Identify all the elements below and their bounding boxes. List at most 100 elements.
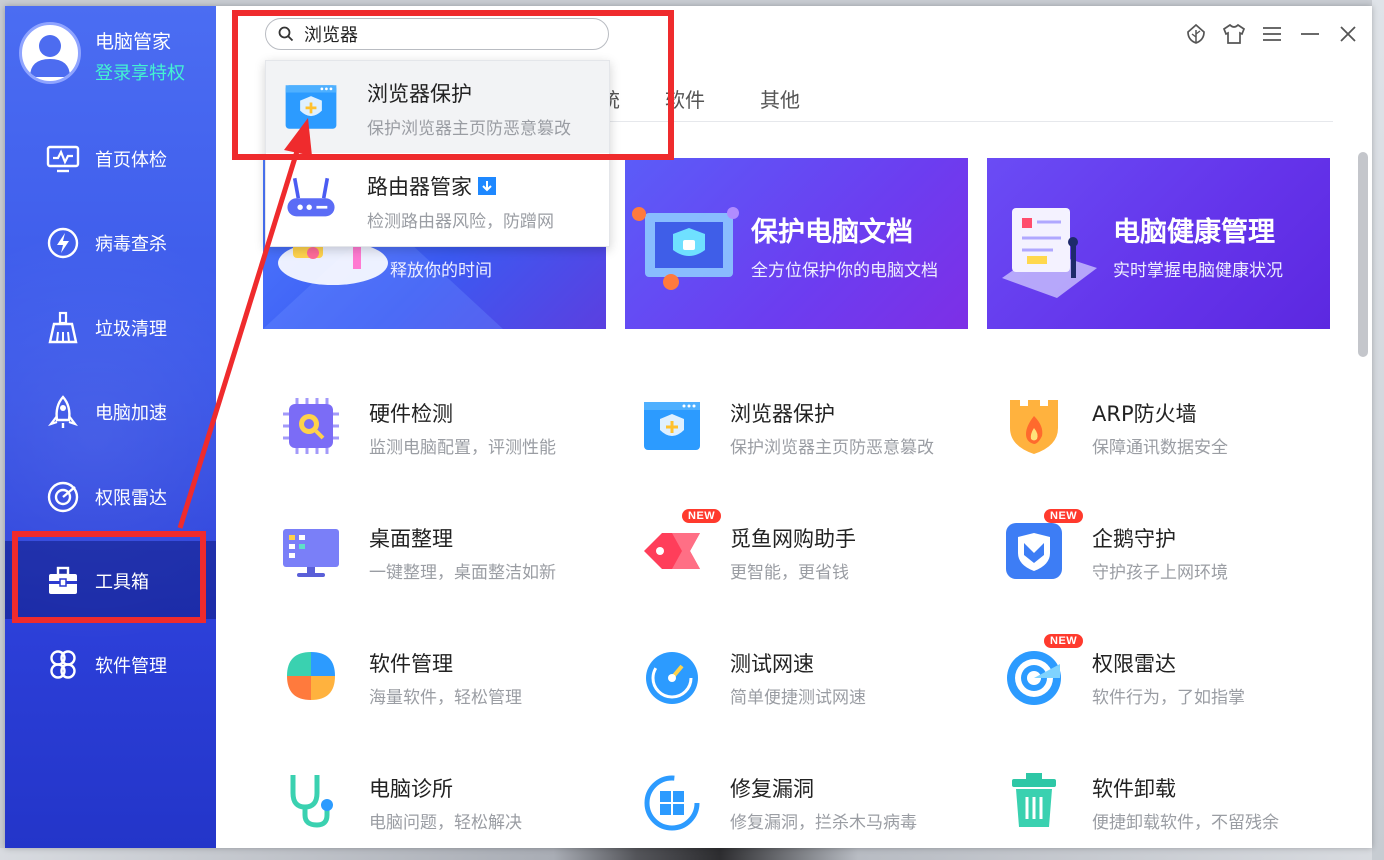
sidebar-item-label: 电脑加速 [95,403,167,424]
suggestion-browser-protect[interactable]: 浏览器保护 保护浏览器主页防恶意篡改 [266,61,609,153]
tool-desc: 守护孩子上网环境 [1092,563,1228,583]
tool-name: 修复漏洞 [730,777,814,801]
tool-name: 觅鱼网购助手 [730,527,856,551]
tool-fix-vulnerability[interactable]: 修复漏洞 修复漏洞，拦杀木马病毒 [640,763,970,848]
tool-speed-test[interactable]: 测试网速 简单便捷测试网速 [640,638,970,728]
sidebar-item-virus-scan[interactable]: 病毒查杀 [5,203,216,281]
user-silhouette-icon [30,35,70,77]
suggestion-name: 路由器管家 [367,171,496,201]
tool-desc: 便捷卸载软件，不留残余 [1092,813,1279,833]
skin-shirt-icon[interactable] [1222,22,1246,46]
suggestion-name-text: 路由器管家 [367,175,472,199]
tool-name: 软件管理 [369,652,453,676]
tool-shopping-assistant[interactable]: NEW 觅鱼网购助手 更智能，更省钱 [640,509,970,603]
avatar[interactable] [19,22,81,84]
sidebar-item-label: 软件管理 [95,656,167,677]
tool-desc: 电脑问题，轻松解决 [369,813,522,833]
windows-repair-icon [644,775,700,831]
lightning-circle-icon [47,227,79,259]
tab-software[interactable]: 软件 [665,84,705,113]
radar-app-icon [1007,651,1061,705]
scrollbar[interactable] [1358,152,1368,357]
tool-pc-clinic[interactable]: 电脑诊所 电脑问题，轻松解决 [279,763,609,848]
sidebar-item-speedup[interactable]: 电脑加速 [5,372,216,450]
desktop-icon [283,529,339,577]
tool-desc: 更智能，更省钱 [730,563,849,583]
sidebar-item-software-manage[interactable]: 软件管理 [5,625,216,703]
desktop-background [0,848,1384,860]
sidebar-item-permission-radar[interactable]: 权限雷达 [5,457,216,535]
search-suggestions: 浏览器保护 保护浏览器主页防恶意篡改 路由器管家 检测路由器风险，防蹭网 [265,60,610,247]
suggestion-router-manager[interactable]: 路由器管家 检测路由器风险，防蹭网 [266,154,609,246]
sidebar-item-home-check[interactable]: 首页体检 [5,119,216,197]
tool-desc: 保护浏览器主页防恶意篡改 [730,438,934,458]
toolbox-icon [49,566,77,594]
suggestion-desc: 检测路由器风险，防蹭网 [367,212,554,232]
banner-subtitle: 释放你的时间 [390,261,492,281]
search-box[interactable] [265,18,609,50]
sidebar: 电脑管家 登录享特权 首页体检 病毒查杀 垃圾清理 电脑加速 权限雷达 工具箱 … [5,6,216,848]
tool-name: 桌面整理 [369,527,453,551]
tool-desc: 一键整理，桌面整洁如新 [369,563,556,583]
banner-protect-documents[interactable]: 保护电脑文档 全方位保护你的电脑文档 [625,158,968,329]
new-badge: NEW [682,509,722,523]
tool-name: 软件卸载 [1092,777,1176,801]
tool-desc: 简单便捷测试网速 [730,688,866,708]
tool-desc: 海量软件，轻松管理 [369,688,522,708]
banner-title: 保护电脑文档 [751,217,913,248]
sidebar-item-label: 工具箱 [95,572,149,593]
penguin-shield-icon [1006,523,1062,579]
clover-icon [50,650,76,679]
sidebar-item-junk-clean[interactable]: 垃圾清理 [5,288,216,366]
tool-software-manage[interactable]: 软件管理 海量软件，轻松管理 [279,638,609,728]
leaf-icon[interactable] [1184,22,1208,46]
banner-subtitle: 实时掌握电脑健康状况 [1113,261,1283,281]
tool-desc: 监测电脑配置，评测性能 [369,438,556,458]
sidebar-item-label: 垃圾清理 [95,319,167,340]
search-input[interactable] [304,22,594,46]
banner-health-management[interactable]: 电脑健康管理 实时掌握电脑健康状况 [987,158,1330,329]
banner-subtitle: 全方位保护你的电脑文档 [751,261,938,281]
user-name: 电脑管家 [95,31,172,53]
broom-icon [48,311,78,344]
firewall-icon [1010,400,1058,454]
tool-penguin-guard[interactable]: NEW 企鹅守护 守护孩子上网环境 [1002,509,1332,603]
new-badge: NEW [1044,509,1084,523]
monitor-pulse-icon [46,145,80,173]
tool-desktop-organize[interactable]: 桌面整理 一键整理，桌面整洁如新 [279,513,609,603]
tool-desc: 修复漏洞，拦杀木马病毒 [730,813,917,833]
desktop-background-edge [1372,0,1384,860]
tab-other[interactable]: 其他 [760,84,800,113]
suggestion-name: 浏览器保护 [367,82,472,106]
sidebar-item-label: 首页体检 [95,150,167,171]
stethoscope-icon [290,775,333,828]
tool-permission-radar[interactable]: NEW 权限雷达 软件行为，了如指掌 [1002,634,1332,728]
tool-arp-firewall[interactable]: ARP防火墙 保障通讯数据安全 [1002,388,1332,478]
sidebar-item-label: 权限雷达 [95,488,167,509]
tool-desc: 软件行为，了如指掌 [1092,688,1245,708]
login-link[interactable]: 登录享特权 [95,59,185,85]
clover-app-icon [287,652,335,700]
rocket-icon [48,395,78,428]
new-badge: NEW [1044,634,1084,648]
suggestion-desc: 保护浏览器主页防恶意篡改 [367,119,571,139]
tool-uninstall[interactable]: 软件卸载 便捷卸载软件，不留残余 [1002,763,1332,848]
radar-icon [47,481,79,513]
tool-name: ARP防火墙 [1092,402,1197,426]
sidebar-item-toolbox[interactable]: 工具箱 [5,541,216,619]
banner-title: 电脑健康管理 [1113,217,1275,248]
tool-desc: 保障通讯数据安全 [1092,438,1228,458]
browser-shield-icon [285,85,337,129]
app-window: 电脑管家 登录享特权 首页体检 病毒查杀 垃圾清理 电脑加速 权限雷达 工具箱 … [5,6,1372,848]
tool-name: 硬件检测 [369,402,453,426]
minimize-icon[interactable] [1298,22,1322,46]
close-icon[interactable] [1336,22,1360,46]
search-icon [278,26,294,42]
menu-icon[interactable] [1260,22,1284,46]
tool-name: 电脑诊所 [369,777,453,801]
tool-browser-protect[interactable]: 浏览器保护 保护浏览器主页防恶意篡改 [640,388,970,478]
chip-search-icon [283,398,339,454]
tool-hardware-check[interactable]: 硬件检测 监测电脑配置，评测性能 [279,388,609,478]
price-tag-icon [644,533,700,569]
router-icon [287,177,335,217]
